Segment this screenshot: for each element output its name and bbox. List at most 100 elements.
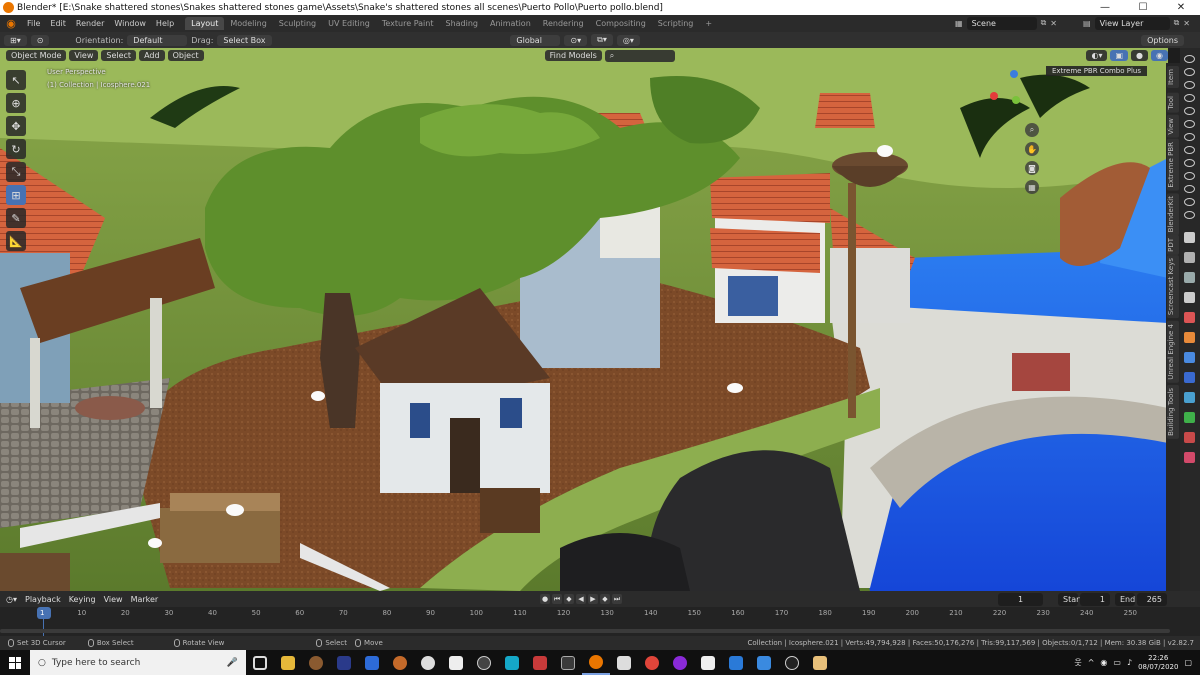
play-reverse-icon[interactable]: ◀ [576,594,586,604]
tab-sculpting[interactable]: Sculpting [273,17,322,30]
menu-object[interactable]: Object [167,50,204,61]
visibility-eye-icon[interactable] [1184,159,1195,167]
menu-help[interactable]: Help [151,19,179,28]
taskbar-search-box[interactable]: ○ Type here to search 🎤 [30,650,246,675]
tool-properties-icon[interactable] [1184,232,1195,243]
active-tool-button[interactable]: ⊙ [30,34,50,46]
current-frame-field[interactable]: 1 [998,593,1043,606]
drag-dropdown[interactable]: Select Box [217,34,273,46]
find-models-search-input[interactable]: ⌕ [604,49,675,62]
task-view-icon[interactable] [246,650,274,675]
scene-field[interactable]: Scene [966,16,1037,30]
app-icon-12[interactable] [722,650,750,675]
tab-rendering[interactable]: Rendering [537,17,590,30]
timeline-editor-icon[interactable]: ◷▾ [6,595,17,604]
visibility-eye-icon[interactable] [1184,146,1195,154]
pivot-point-button[interactable]: ⊙▾ [564,34,588,46]
tab-unreal-engine-4[interactable]: Unreal Engine 4 [1167,321,1179,383]
output-properties-icon[interactable] [1184,272,1195,283]
view-layer-copy-icon[interactable]: ⧉ [1174,18,1180,28]
visibility-eye-icon[interactable] [1184,94,1195,102]
x-axis-icon[interactable] [990,92,998,100]
editor-type-button[interactable]: ⊞▾ [4,34,27,46]
scene-properties-icon[interactable] [1184,312,1195,323]
pan-hand-icon[interactable]: ✋ [1025,142,1039,156]
app-icon-8[interactable] [554,650,582,675]
particles-properties-icon[interactable] [1184,372,1195,383]
people-icon[interactable]: 웃 [1074,657,1081,668]
tab-view[interactable]: View [1167,115,1179,138]
next-keyframe-icon[interactable]: ◆ [600,594,610,604]
menu-edit[interactable]: Edit [45,19,71,28]
tab-blenderkit[interactable]: BlenderKit [1167,193,1179,236]
xray-button[interactable]: ▣ [1110,50,1129,61]
shading-solid-button[interactable]: ● [1131,50,1149,61]
notification-icon[interactable]: ▢ [1184,658,1192,667]
jump-start-icon[interactable]: ⏮ [552,594,562,604]
orientation-dropdown[interactable]: Default [127,34,188,46]
view-layer-close-icon[interactable]: ✕ [1183,19,1190,28]
tab-item[interactable]: Item [1167,66,1179,88]
chrome-icon[interactable] [638,650,666,675]
app-icon-10[interactable] [666,650,694,675]
move-tool-icon[interactable]: ✥ [6,116,26,136]
blender-taskbar-icon[interactable] [582,650,610,675]
physics-properties-icon[interactable] [1184,392,1195,403]
mail-icon[interactable] [358,650,386,675]
options-dropdown[interactable]: Options [1141,34,1184,46]
object-properties-icon[interactable] [1184,332,1195,343]
annotate-tool-icon[interactable]: ✎ [6,208,26,228]
cursor-tool-icon[interactable]: ⊕ [6,93,26,113]
keying-menu[interactable]: Keying [69,595,96,604]
app-icon-14[interactable] [806,650,834,675]
app-icon-7[interactable] [526,650,554,675]
tab-texture-paint[interactable]: Texture Paint [376,17,440,30]
visibility-eye-icon[interactable] [1184,211,1195,219]
prev-keyframe-icon[interactable]: ◆ [564,594,574,604]
app-icon-3[interactable] [386,650,414,675]
tab-uv-editing[interactable]: UV Editing [322,17,376,30]
visibility-eye-icon[interactable] [1184,107,1195,115]
constraints-properties-icon[interactable] [1184,412,1195,423]
tab-modeling[interactable]: Modeling [224,17,272,30]
tab-building-tools[interactable]: Building Tools [1167,385,1179,439]
app-icon-1[interactable] [302,650,330,675]
app-icon-2[interactable] [330,650,358,675]
menu-render[interactable]: Render [71,19,109,28]
measure-tool-icon[interactable]: 📐 [6,231,26,251]
network-icon[interactable]: ▭ [1113,658,1121,667]
close-button[interactable]: ✕ [1162,2,1200,13]
file-explorer-icon[interactable] [274,650,302,675]
playback-menu[interactable]: Playback [25,595,61,604]
scene-copy-icon[interactable]: ⧉ [1041,18,1047,28]
visibility-eye-icon[interactable] [1184,120,1195,128]
shading-render-button[interactable]: ◉ [1151,50,1168,61]
modifier-properties-icon[interactable] [1184,352,1195,363]
visibility-eye-icon[interactable] [1184,81,1195,89]
transform-orientation-dropdown[interactable]: Global [510,34,561,46]
material-properties-icon[interactable] [1184,432,1195,443]
microphone-icon[interactable]: 🎤 [227,658,238,668]
end-frame-field[interactable]: 265 [1137,593,1167,606]
addon-panel-title[interactable]: Extreme PBR Combo Plus [1046,66,1147,76]
navigation-gizmo[interactable] [990,70,1040,120]
render-properties-icon[interactable] [1184,252,1195,263]
visibility-eye-icon[interactable] [1184,55,1195,63]
tab-scripting[interactable]: Scripting [652,17,700,30]
view-layer-properties-icon[interactable] [1184,292,1195,303]
app-icon-5[interactable] [470,650,498,675]
timeline-view-menu[interactable]: View [104,595,123,604]
texture-properties-icon[interactable] [1184,452,1195,463]
select-tool-icon[interactable]: ↖ [6,70,26,90]
clock[interactable]: 22:26 08/07/2020 [1138,654,1178,672]
scene-close-icon[interactable]: ✕ [1050,19,1057,28]
visibility-eye-icon[interactable] [1184,68,1195,76]
tab-layout[interactable]: Layout [185,17,225,30]
menu-view[interactable]: View [69,50,99,61]
tab-animation[interactable]: Animation [484,17,537,30]
menu-select[interactable]: Select [101,50,137,61]
rotate-tool-icon[interactable]: ↻ [6,139,26,159]
marker-menu[interactable]: Marker [131,595,159,604]
view-layer-field[interactable]: View Layer [1094,16,1170,30]
timeline-area[interactable]: 1 10 20 30 40 50 60 70 80 90 100 110 120 130 140 150 160… [0,607,1200,636]
